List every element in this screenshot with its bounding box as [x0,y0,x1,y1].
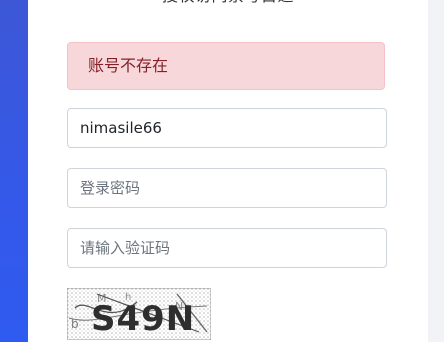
password-input[interactable]: 登录密码 [67,168,387,208]
captcha-image[interactable]: b M h N S49N [67,288,211,340]
page-title: 授权访问禁号占道 [28,0,428,8]
captcha-graphic: b M h N S49N [67,288,211,340]
username-input[interactable]: nimasile66 [67,108,387,148]
captcha-input[interactable]: 请输入验证码 [67,228,387,268]
captcha-text: S49N [91,299,195,339]
username-value: nimasile66 [80,119,162,137]
background-right-panel [428,0,444,342]
login-card: 授权访问禁号占道 账号不存在 nimasile66 登录密码 请输入验证码 b … [28,0,428,342]
captcha-placeholder: 请输入验证码 [80,239,171,257]
password-placeholder: 登录密码 [80,179,141,197]
background-left-panel [0,0,28,342]
error-alert: 账号不存在 [67,42,385,90]
error-message: 账号不存在 [88,56,169,75]
